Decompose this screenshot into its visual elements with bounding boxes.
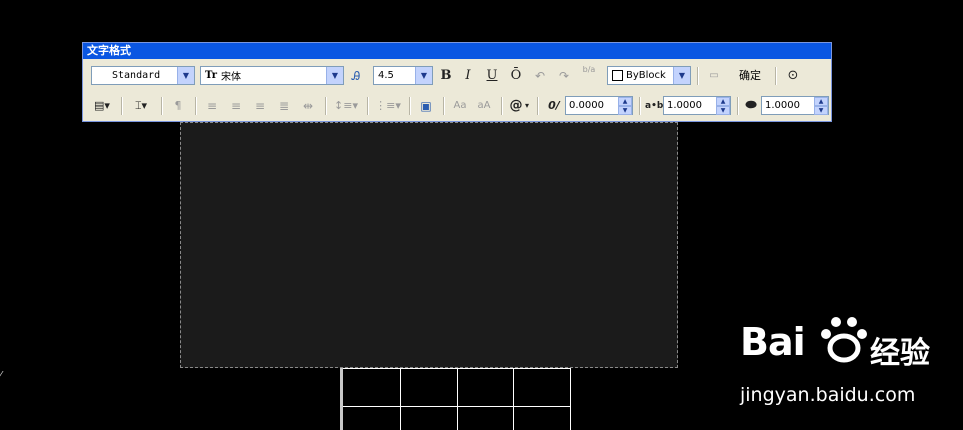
- separator: [697, 67, 699, 85]
- grid-line: [513, 368, 514, 430]
- separator: [537, 97, 539, 115]
- separator: [737, 97, 739, 115]
- undo-icon[interactable]: ↶: [533, 67, 547, 85]
- color-select[interactable]: ByBlock ▼: [607, 66, 691, 85]
- symbol-button[interactable]: @: [509, 97, 523, 115]
- tracking-icon: a•b: [645, 101, 664, 111]
- width-factor-input[interactable]: 1.0000 ▲ ▼: [761, 96, 829, 115]
- ruler-icon[interactable]: ▭: [705, 67, 723, 85]
- paragraph-icon[interactable]: ¶: [169, 97, 187, 115]
- paw-icon: [821, 317, 867, 363]
- lowercase-button[interactable]: aA: [475, 97, 493, 115]
- italic-button[interactable]: I: [461, 67, 475, 85]
- text-height-select[interactable]: 4.5 ▼: [373, 66, 433, 85]
- justify-icon[interactable]: ≣: [275, 97, 293, 115]
- separator: [639, 97, 641, 115]
- chevron-down-icon[interactable]: ▾: [523, 97, 531, 115]
- width-factor-value: 1.0000: [765, 100, 800, 111]
- oblique-angle-value: 0.0000: [569, 100, 604, 111]
- text-editor-area[interactable]: [180, 122, 678, 368]
- crosshair-fragment: ⁄: [0, 370, 2, 381]
- chevron-down-icon[interactable]: ▼: [177, 67, 194, 84]
- width-factor-icon: ⬬: [745, 98, 757, 113]
- watermark-logo-text: Bai: [740, 320, 806, 364]
- window-title[interactable]: 文字格式: [83, 43, 831, 59]
- truetype-font-icon: Tr: [205, 70, 217, 81]
- grid-line: [570, 368, 571, 430]
- separator: [325, 97, 327, 115]
- ok-button[interactable]: 确定: [739, 67, 761, 85]
- style-select[interactable]: Standard ▼: [91, 66, 195, 85]
- separator: [409, 97, 411, 115]
- text-format-toolbar-window: 文字格式 Standard ▼ Tr 宋体 ▼ Ꭿ 4.5 ▼ B I U Ō …: [82, 42, 832, 122]
- grid-line: [457, 368, 458, 430]
- bold-button[interactable]: B: [439, 67, 453, 85]
- color-swatch: [612, 70, 623, 81]
- text-height-value: 4.5: [378, 70, 394, 81]
- table-grid: [340, 368, 571, 430]
- tracking-value: 1.0000: [667, 100, 702, 111]
- oblique-angle-icon: 0/: [548, 99, 560, 112]
- separator: [195, 97, 197, 115]
- options-icon[interactable]: ⊙: [785, 67, 801, 85]
- style-value: Standard: [112, 70, 161, 81]
- overline-button[interactable]: Ō: [509, 67, 523, 85]
- font-value: 宋体: [220, 72, 241, 83]
- align-center-icon[interactable]: ≡: [227, 97, 245, 115]
- stack-icon[interactable]: b/a: [581, 65, 597, 83]
- grid-line: [341, 368, 571, 369]
- separator: [367, 97, 369, 115]
- line-spacing-icon[interactable]: ↕≡▾: [333, 97, 359, 115]
- uppercase-button[interactable]: Aa: [451, 97, 469, 115]
- numbering-icon[interactable]: ⋮≡▾: [375, 97, 401, 115]
- chevron-down-icon[interactable]: ▼: [673, 67, 690, 84]
- distribute-icon[interactable]: ⇹: [299, 97, 317, 115]
- annotative-icon[interactable]: Ꭿ: [349, 67, 363, 85]
- chevron-down-icon[interactable]: ▼: [326, 67, 343, 84]
- redo-icon[interactable]: ↷: [557, 67, 571, 85]
- watermark-jingyan: 经验: [870, 336, 930, 371]
- insert-field-icon[interactable]: ▣: [417, 97, 435, 115]
- oblique-angle-input[interactable]: 0.0000 ▲ ▼: [565, 96, 633, 115]
- separator: [775, 67, 777, 85]
- spinner-buttons[interactable]: ▲ ▼: [814, 97, 828, 115]
- underline-button[interactable]: U: [485, 67, 499, 85]
- separator: [161, 97, 163, 115]
- grid-line: [400, 368, 401, 430]
- separator: [121, 97, 123, 115]
- text-cursor: [340, 368, 343, 430]
- color-value: ByBlock: [626, 70, 666, 81]
- spinner-buttons[interactable]: ▲ ▼: [618, 97, 632, 115]
- separator: [501, 97, 503, 115]
- font-select[interactable]: Tr 宋体 ▼: [200, 66, 344, 85]
- align-right-icon[interactable]: ≡: [251, 97, 269, 115]
- columns-icon[interactable]: ▤▾: [89, 97, 115, 115]
- tracking-input[interactable]: 1.0000 ▲ ▼: [663, 96, 731, 115]
- spinner-buttons[interactable]: ▲ ▼: [716, 97, 730, 115]
- chevron-down-icon[interactable]: ▼: [415, 67, 432, 84]
- justification-icon[interactable]: ⌶▾: [127, 97, 155, 115]
- grid-line: [341, 406, 571, 407]
- watermark-url: jingyan.baidu.com: [740, 384, 916, 406]
- align-left-icon[interactable]: ≡: [203, 97, 221, 115]
- separator: [443, 97, 445, 115]
